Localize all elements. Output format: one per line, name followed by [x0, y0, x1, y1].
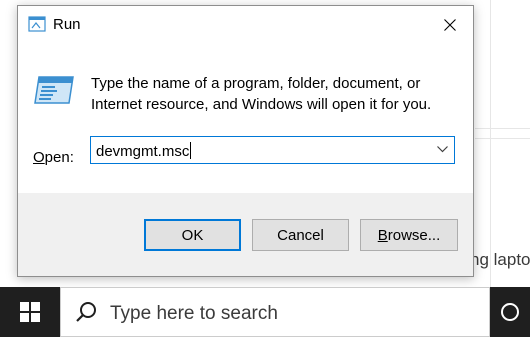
open-input[interactable]: devmgmt.msc [96, 142, 192, 160]
open-combobox[interactable]: devmgmt.msc [90, 136, 455, 164]
run-icon [28, 16, 46, 32]
browse-accelerator: B [377, 226, 388, 244]
dialog-description: Type the name of a program, folder, docu… [91, 75, 432, 113]
start-button[interactable] [0, 287, 60, 337]
close-button[interactable] [427, 6, 473, 43]
chevron-down-icon[interactable] [437, 146, 448, 153]
open-label: Open: [33, 149, 74, 166]
cortana-icon [501, 303, 519, 321]
background-text-snippet: ng lapto [470, 250, 530, 269]
open-label-accelerator: O [33, 149, 45, 166]
taskbar: Type here to search [0, 287, 530, 337]
search-placeholder: Type here to search [110, 303, 278, 324]
windows-logo-icon [20, 302, 40, 322]
close-icon [444, 18, 456, 31]
browse-button[interactable]: Browse... [360, 219, 458, 251]
taskbar-search-box[interactable]: Type here to search [60, 287, 490, 337]
text-caret [190, 142, 192, 159]
ok-button[interactable]: OK [144, 219, 241, 251]
cortana-button[interactable] [490, 287, 530, 337]
dialog-content: Type the name of a program, folder, docu… [18, 43, 473, 193]
run-dialog: Run Type the name of a program, folder, … [17, 5, 474, 277]
search-icon [76, 302, 96, 322]
background-rule [475, 138, 530, 139]
browse-label: rowse... [387, 226, 441, 244]
cancel-button[interactable]: Cancel [252, 219, 349, 251]
open-label-text: pen: [44, 149, 74, 166]
run-icon [34, 76, 74, 104]
background-rule [475, 128, 530, 129]
dialog-titlebar[interactable]: Run [18, 6, 473, 43]
dialog-title: Run [53, 16, 81, 33]
open-input-value: devmgmt.msc [96, 143, 190, 160]
background-divider [490, 0, 491, 287]
